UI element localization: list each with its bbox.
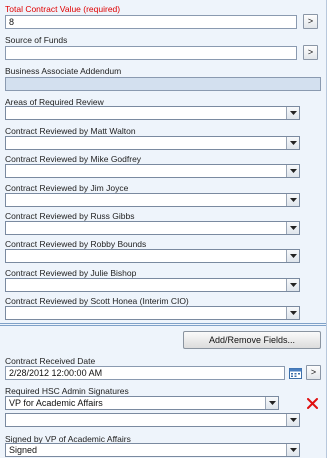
business-associate-addendum-label: Business Associate Addendum (5, 66, 122, 76)
total-contract-value-input[interactable]: 8 (5, 15, 297, 29)
business-associate-addendum-field (5, 77, 321, 91)
reviewed-by-gibbs-label: Contract Reviewed by Russ Gibbs (5, 211, 135, 221)
select-value: VP for Academic Affairs (9, 398, 103, 408)
chevron-down-icon[interactable] (286, 444, 299, 456)
chevron-down-icon[interactable] (286, 279, 299, 291)
section-divider (0, 325, 327, 326)
required-signatures-select-1[interactable]: VP for Academic Affairs (5, 396, 279, 410)
chevron-down-icon[interactable] (286, 137, 299, 149)
signed-by-vp-select[interactable]: Signed (5, 443, 300, 457)
areas-of-required-review-select[interactable] (5, 106, 300, 120)
source-of-funds-go-button[interactable]: > (303, 45, 318, 60)
chevron-down-icon[interactable] (286, 165, 299, 177)
contract-received-date-label: Contract Received Date (5, 356, 96, 366)
chevron-down-icon[interactable] (286, 414, 299, 426)
reviewed-by-godfrey-select[interactable] (5, 164, 300, 178)
reviewed-by-bishop-select[interactable] (5, 278, 300, 292)
reviewed-by-honea-label: Contract Reviewed by Scott Honea (Interi… (5, 296, 189, 306)
chevron-down-icon[interactable] (286, 194, 299, 206)
add-remove-fields-button[interactable]: Add/Remove Fields... (183, 331, 321, 349)
total-contract-value-label: Total Contract Value (required) (5, 4, 121, 14)
reviewed-by-bounds-select[interactable] (5, 249, 300, 263)
chevron-down-icon[interactable] (286, 250, 299, 262)
chevron-down-icon[interactable] (286, 307, 299, 319)
source-of-funds-label: Source of Funds (5, 35, 68, 45)
reviewed-by-walton-select[interactable] (5, 136, 300, 150)
reviewed-by-gibbs-select[interactable] (5, 221, 300, 235)
source-of-funds-input[interactable] (5, 46, 297, 60)
chevron-down-icon[interactable] (265, 397, 278, 409)
delete-icon[interactable] (307, 398, 318, 409)
received-date-go-button[interactable]: > (306, 365, 321, 380)
contract-received-date-input[interactable]: 2/28/2012 12:00:00 AM (5, 366, 285, 380)
reviewed-by-godfrey-label: Contract Reviewed by Mike Godfrey (5, 154, 142, 164)
total-contract-value-go-button[interactable]: > (303, 14, 318, 29)
select-value: Signed (9, 445, 38, 455)
reviewed-by-honea-select[interactable] (5, 306, 300, 320)
calendar-icon[interactable] (289, 367, 302, 379)
reviewed-by-joyce-select[interactable] (5, 193, 300, 207)
section-divider (0, 323, 327, 324)
chevron-down-icon[interactable] (286, 222, 299, 234)
chevron-down-icon[interactable] (286, 107, 299, 119)
reviewed-by-joyce-label: Contract Reviewed by Jim Joyce (5, 183, 129, 193)
reviewed-by-bounds-label: Contract Reviewed by Robby Bounds (5, 239, 147, 249)
required-signatures-select-2[interactable] (5, 413, 300, 427)
reviewed-by-walton-label: Contract Reviewed by Matt Walton (5, 126, 136, 136)
required-signatures-label: Required HSC Admin Signatures (5, 386, 129, 396)
reviewed-by-bishop-label: Contract Reviewed by Julie Bishop (5, 268, 137, 278)
